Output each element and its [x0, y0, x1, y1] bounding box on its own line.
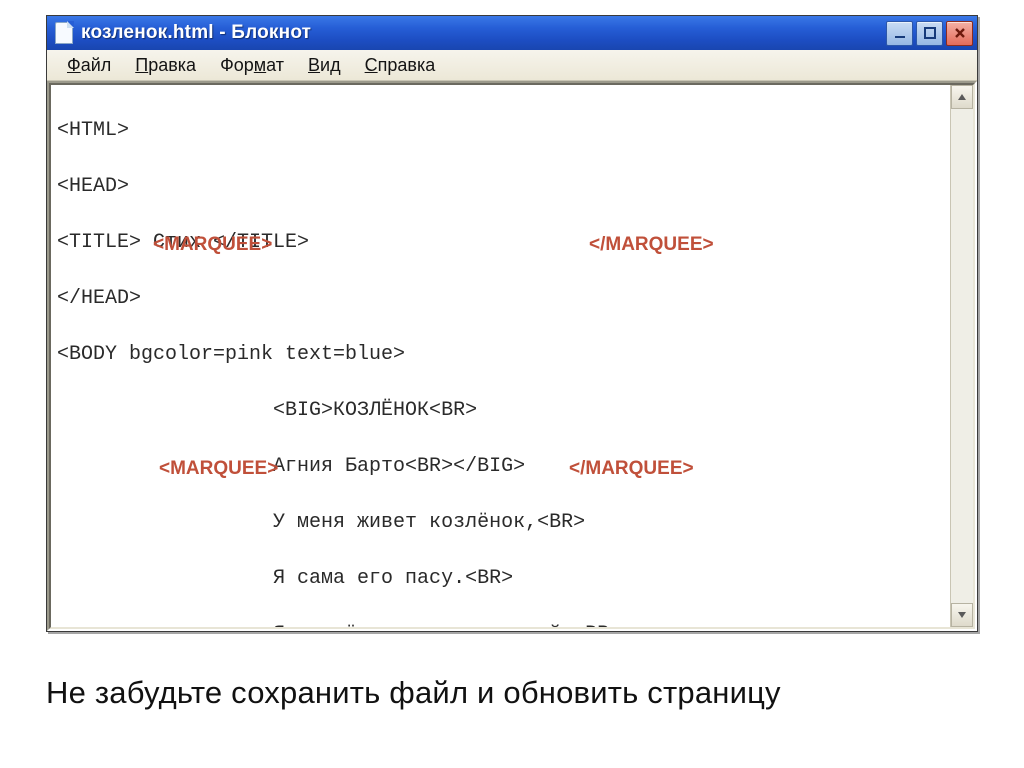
code-line: Я козлёнка в сад зеленый <BR>	[57, 621, 944, 627]
menu-edit[interactable]: Правка	[123, 53, 208, 78]
titlebar[interactable]: козленок.html - Блокнот	[47, 16, 977, 50]
menu-format[interactable]: Формат	[208, 53, 296, 78]
menubar: Файл Правка Формат Вид Справка	[47, 50, 977, 81]
client-frame-outer: <HTML> <HEAD> <TITLE> Стих </TITLE> </HE…	[47, 81, 977, 631]
window-title: козленок.html - Блокнот	[81, 22, 311, 44]
menu-file-ul: Ф	[67, 55, 81, 75]
menu-view-ul: В	[308, 55, 320, 75]
notepad-window: козленок.html - Блокнот Файл Правка Форм…	[46, 15, 978, 632]
code-line: <HEAD>	[57, 173, 944, 201]
menu-edit-ul: П	[135, 55, 148, 75]
menu-edit-post: равка	[148, 55, 196, 75]
code-line: <BIG>КОЗЛЁНОК<BR>	[57, 397, 944, 425]
code-line: </HEAD>	[57, 285, 944, 313]
vertical-scrollbar[interactable]	[950, 85, 973, 627]
menu-format-ul: м	[254, 55, 266, 75]
code-line: Агния Барто<BR></BIG>	[57, 453, 944, 481]
code-line: У меня живет козлёнок,<BR>	[57, 509, 944, 537]
menu-file[interactable]: Файл	[55, 53, 123, 78]
slide-caption: Не забудьте сохранить файл и обновить ст…	[46, 675, 781, 711]
code-line: Я сама его пасу.<BR>	[57, 565, 944, 593]
menu-help-post: правка	[378, 55, 436, 75]
scroll-up-button[interactable]	[951, 85, 973, 109]
code-line: <BODY bgcolor=pink text=blue>	[57, 341, 944, 369]
code-line: <HTML>	[57, 117, 944, 145]
menu-view-post: ид	[320, 55, 341, 75]
client-frame-inner: <HTML> <HEAD> <TITLE> Стих </TITLE> </HE…	[49, 83, 975, 629]
scroll-down-button[interactable]	[951, 603, 973, 627]
minimize-button[interactable]	[886, 21, 913, 46]
menu-view[interactable]: Вид	[296, 53, 353, 78]
menu-format-post: ат	[266, 55, 284, 75]
menu-format-pre: Фор	[220, 55, 254, 75]
code-line: <TITLE> Стих </TITLE>	[57, 229, 944, 257]
scroll-track[interactable]	[951, 109, 973, 603]
menu-help-ul: С	[365, 55, 378, 75]
text-editor[interactable]: <HTML> <HEAD> <TITLE> Стих </TITLE> </HE…	[51, 85, 950, 627]
notepad-file-icon	[55, 22, 73, 44]
close-button[interactable]	[946, 21, 973, 46]
maximize-button[interactable]	[916, 21, 943, 46]
menu-file-post: айл	[81, 55, 112, 75]
menu-help[interactable]: Справка	[353, 53, 448, 78]
